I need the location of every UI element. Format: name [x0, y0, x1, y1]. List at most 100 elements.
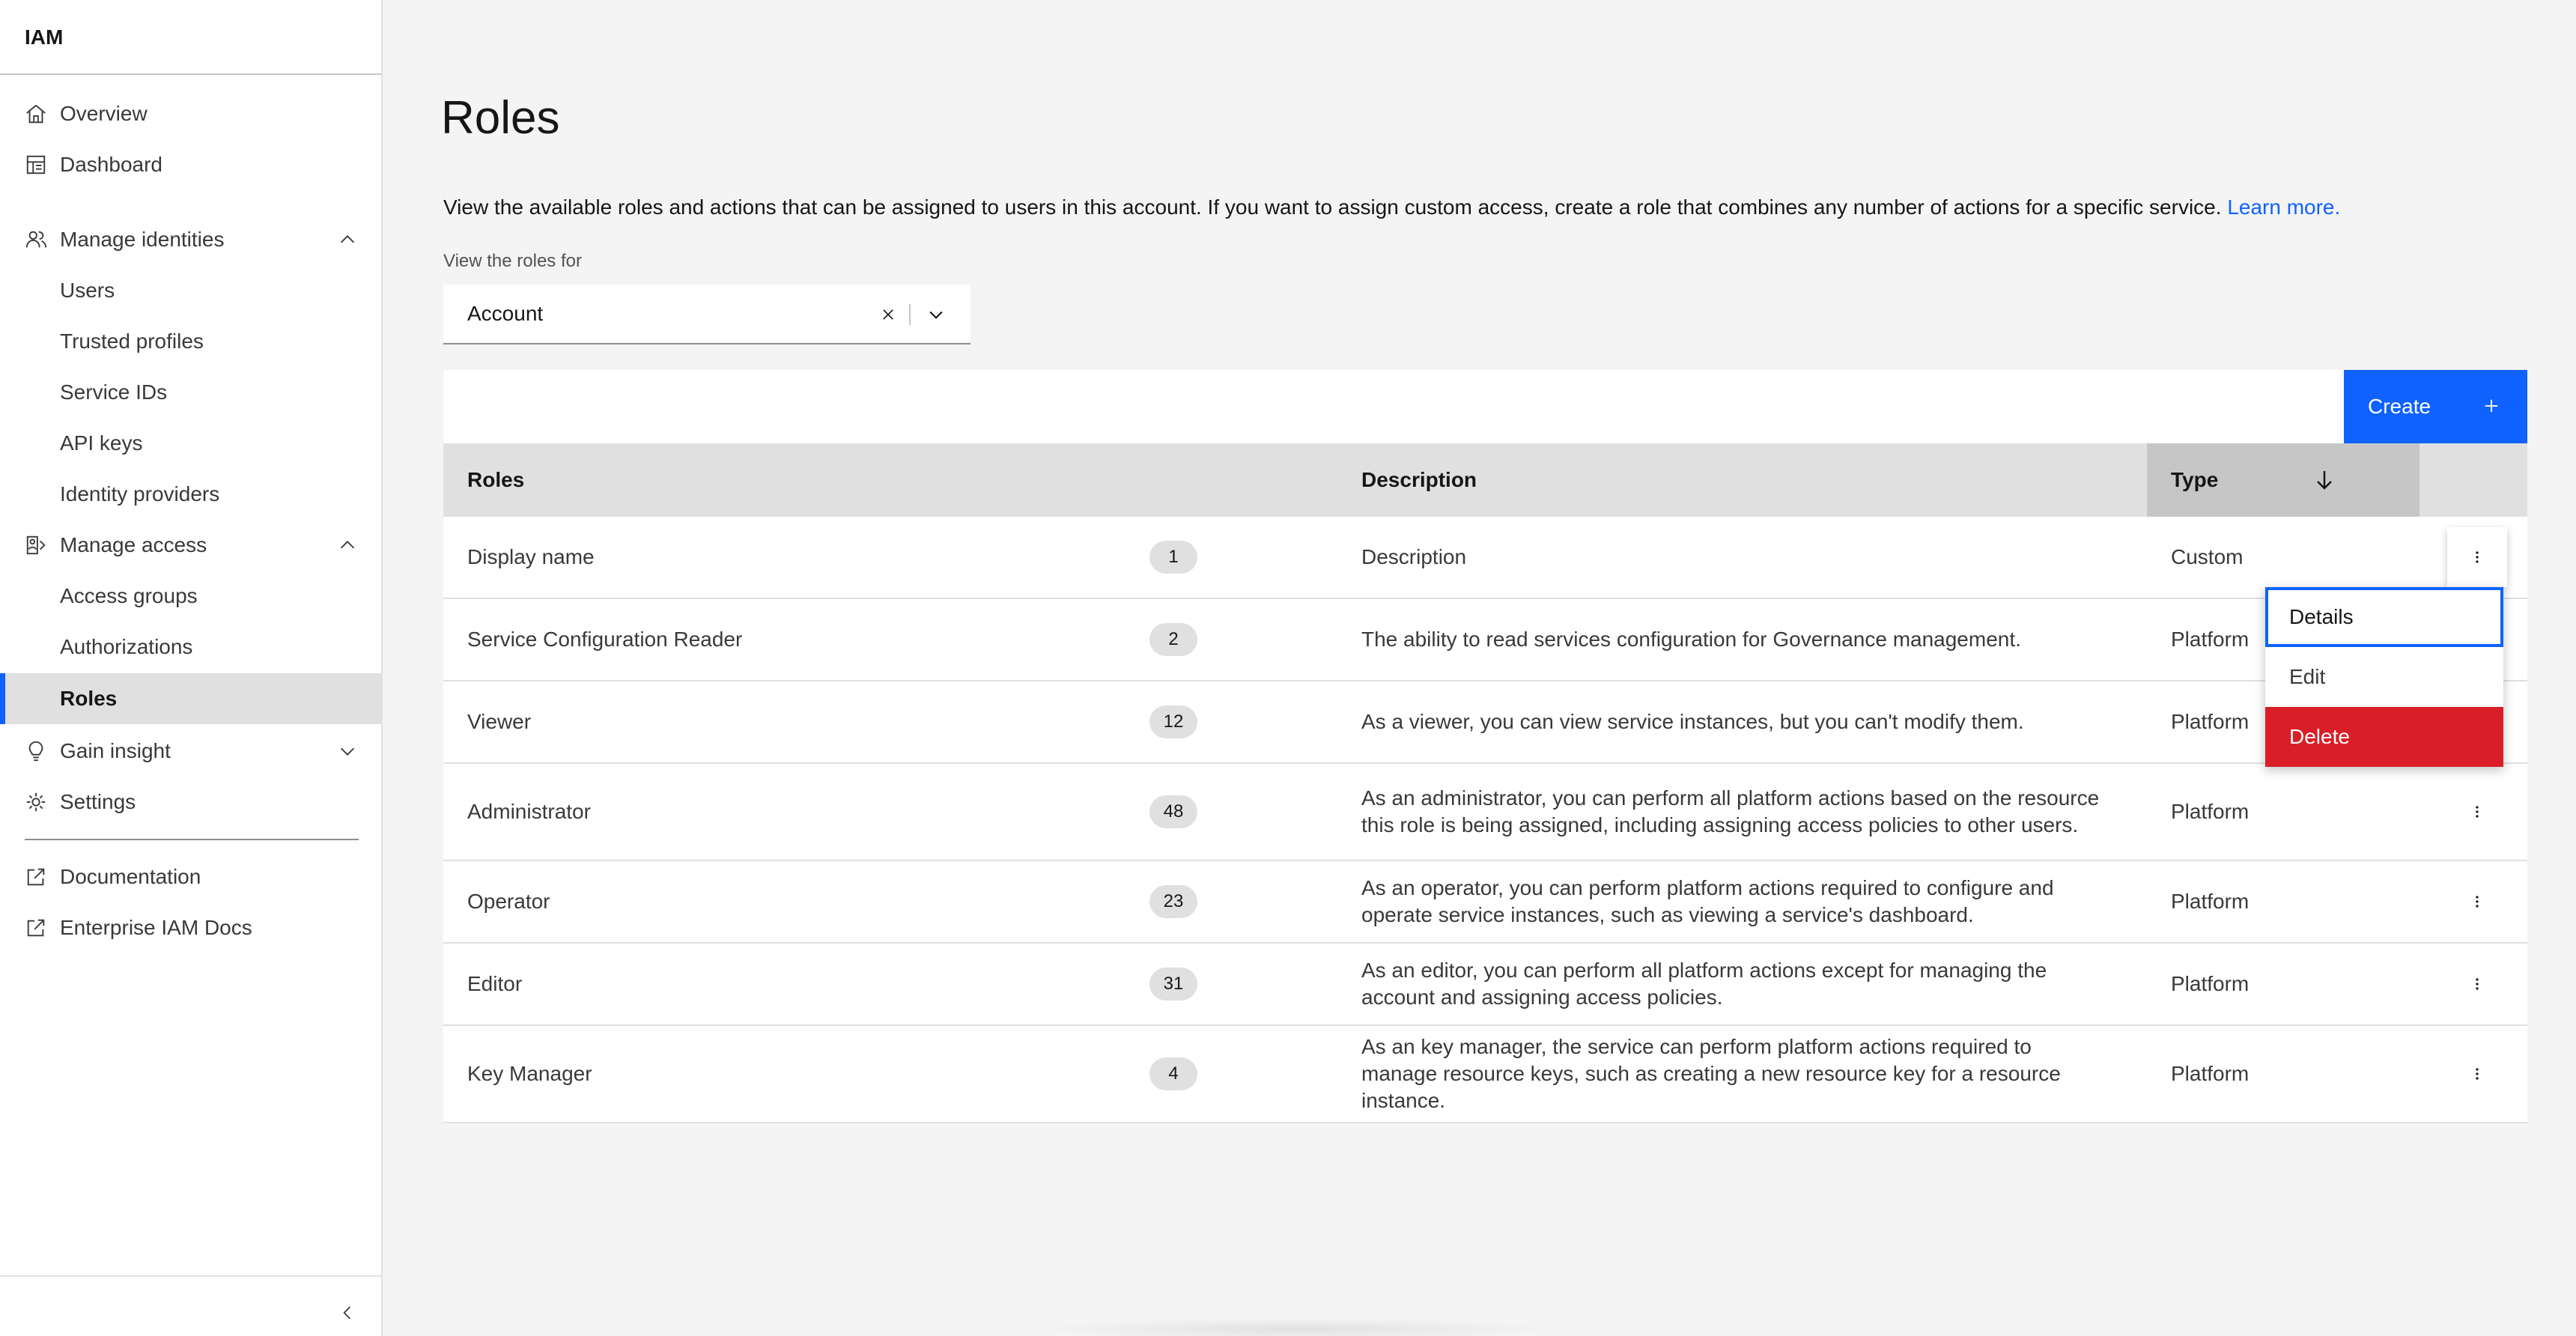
sidebar-item-access-groups[interactable]: Access groups: [0, 571, 381, 622]
column-header-roles: Roles: [467, 468, 525, 491]
sidebar-item-label: Dashboard: [60, 153, 162, 176]
arrow-down-icon: [2317, 471, 2332, 490]
close-icon: [883, 309, 893, 320]
overflow-menu-vertical-icon: [2447, 782, 2507, 842]
sidebar-item-service-ids[interactable]: Service IDs: [0, 367, 381, 418]
row-overflow-menu: Details Edit Delete: [2265, 587, 2503, 767]
sidebar-item-api-keys[interactable]: API keys: [0, 418, 381, 469]
sidebar-item-label: Manage identities: [60, 228, 225, 251]
table-row: Key Manager 4 As an key manager, the servi…: [443, 1026, 2527, 1123]
role-count-badge: 31: [1149, 968, 1197, 1001]
overflow-menu-vertical-icon: [2447, 954, 2507, 1014]
dropdown-toggle[interactable]: [924, 303, 948, 327]
create-button[interactable]: Create: [2344, 370, 2527, 443]
launch-icon: [25, 866, 47, 888]
table-row: Service Configuration Reader 2 The ability…: [443, 599, 2527, 681]
filter-label: View the roles for: [443, 251, 582, 271]
user-multiple-icon: [25, 228, 47, 251]
collapse-sidebar-button[interactable]: [334, 1299, 361, 1326]
role-count-cell: 1: [1149, 517, 1197, 598]
role-count-badge: 1: [1149, 541, 1197, 574]
roles-table: Roles Description Type Display name 1 Desc…: [443, 443, 2527, 1123]
sidebar-item-users[interactable]: Users: [0, 265, 381, 316]
sidebar-item-label: Gain insight: [60, 739, 171, 762]
role-type: Platform: [2171, 800, 2250, 823]
menu-item-details[interactable]: Details: [2265, 587, 2503, 647]
role-type: Platform: [2171, 628, 2250, 651]
role-count-badge: 2: [1149, 623, 1197, 656]
menu-item-edit[interactable]: Edit: [2265, 647, 2503, 707]
create-button-label: Create: [2368, 395, 2431, 418]
sidebar-item-dashboard[interactable]: Dashboard: [0, 139, 381, 190]
role-description: The ability to read services configurati…: [1361, 628, 2021, 651]
sidebar-item-gain-insight[interactable]: Gain insight: [0, 726, 381, 777]
role-name: Service Configuration Reader: [467, 628, 743, 651]
sidebar-item-manage-identities[interactable]: Manage identities: [0, 214, 381, 265]
overflow-menu-vertical-icon: [2447, 872, 2507, 932]
roles-scope-dropdown[interactable]: Account: [443, 285, 970, 344]
sidebar-item-enterprise-iam-docs[interactable]: Enterprise IAM Docs: [0, 902, 381, 953]
role-description: As an key manager, the service can perfo…: [1361, 1035, 2061, 1112]
role-count-cell: 12: [1149, 681, 1197, 762]
sidebar-item-trusted-profiles[interactable]: Trusted profiles: [0, 316, 381, 367]
overflow-menu-button[interactable]: [2447, 517, 2507, 598]
role-count-cell: 48: [1149, 764, 1197, 860]
table-row: Viewer 12 As a viewer, you can view servic…: [443, 681, 2527, 764]
sidebar-item-authorizations[interactable]: Authorizations: [0, 622, 381, 672]
sidebar-item-label: API keys: [60, 431, 143, 455]
chevron-down-icon: [929, 311, 943, 319]
role-name: Administrator: [467, 800, 591, 823]
sidebar-item-label: Overview: [60, 102, 148, 125]
page-bottom-shadow: [1033, 1318, 1558, 1336]
role-type: Platform: [2171, 710, 2250, 733]
chevron-down-icon: [340, 747, 355, 756]
sidebar-item-identity-providers[interactable]: Identity providers: [0, 469, 381, 520]
table-row: Editor 31 As an editor, you can perform al…: [443, 944, 2527, 1026]
table-header: Roles Description Type: [443, 443, 2527, 517]
launch-icon: [25, 917, 47, 939]
home-icon: [25, 103, 47, 125]
side-nav-title: IAM: [25, 25, 64, 49]
role-description: As a viewer, you can view service instan…: [1361, 710, 2024, 733]
overflow-menu-button[interactable]: [2447, 944, 2507, 1024]
role-name: Key Manager: [467, 1062, 592, 1085]
role-description: As an administrator, you can perform all…: [1361, 786, 2100, 836]
menu-item-delete[interactable]: Delete: [2265, 707, 2503, 767]
sidebar-item-settings[interactable]: Settings: [0, 777, 381, 828]
side-nav-divider: [0, 73, 381, 75]
sidebar-item-label: Service IDs: [60, 380, 168, 404]
overflow-menu-button[interactable]: [2447, 764, 2507, 860]
chevron-up-icon: [340, 234, 355, 243]
role-count-badge: 48: [1149, 795, 1197, 828]
sidebar-item-overview[interactable]: Overview: [0, 88, 381, 139]
sidebar-item-roles[interactable]: Roles: [0, 673, 381, 724]
column-header-type[interactable]: Type: [2147, 443, 2419, 517]
sidebar-item-label: Settings: [60, 790, 136, 813]
sidebar-item-documentation[interactable]: Documentation: [0, 851, 381, 902]
sidebar-item-manage-access[interactable]: Manage access: [0, 520, 381, 571]
gear-icon: [25, 791, 47, 813]
column-header-description: Description: [1361, 468, 1477, 491]
side-nav: IAM Overview Dashboard Manage identities…: [0, 0, 383, 1336]
table-row: Display name 1 Description Custom: [443, 517, 2527, 599]
sidebar-item-label: Trusted profiles: [60, 330, 204, 353]
lightbulb-icon: [25, 740, 47, 762]
role-description: As an operator, you can perform platform…: [1361, 876, 2054, 926]
sidebar-item-label: Documentation: [60, 865, 201, 888]
role-name: Display name: [467, 545, 595, 568]
access-icon: [25, 534, 47, 556]
role-name: Operator: [467, 890, 550, 913]
role-name: Viewer: [467, 710, 532, 733]
add-icon: [2479, 394, 2503, 418]
side-nav-footer-divider: [0, 1275, 381, 1277]
overflow-menu-vertical-icon: [2447, 1044, 2507, 1104]
role-description: As an editor, you can perform all platfo…: [1361, 959, 2047, 1009]
overflow-menu-button[interactable]: [2447, 861, 2507, 942]
column-header-type-label: Type: [2171, 468, 2219, 491]
page-description-text: View the available roles and actions tha…: [443, 195, 2222, 219]
clear-selection-button[interactable]: [876, 303, 900, 327]
learn-more-link[interactable]: Learn more.: [2227, 195, 2340, 219]
role-description: Description: [1361, 545, 1467, 568]
overflow-menu-button[interactable]: [2447, 1026, 2507, 1122]
role-type: Platform: [2171, 890, 2250, 913]
